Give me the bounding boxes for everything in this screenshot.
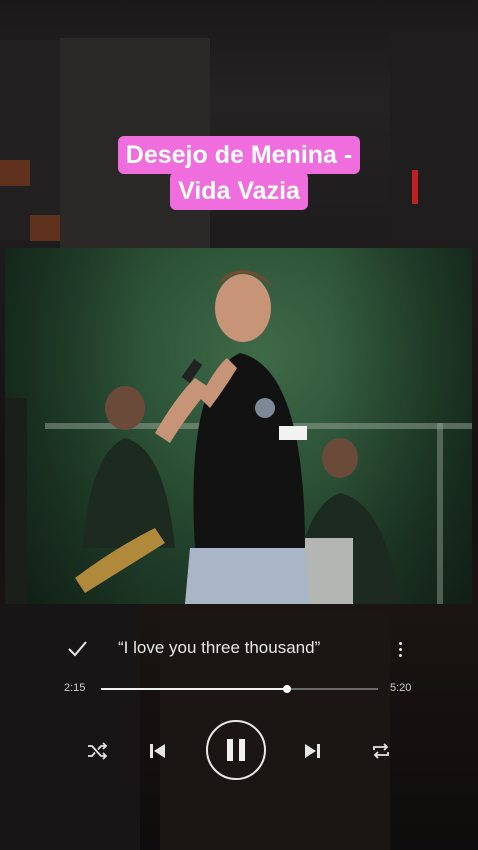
progress-fill	[101, 688, 287, 690]
title-line-2: Vida Vazia	[170, 172, 308, 210]
pause-icon	[227, 739, 245, 761]
shuffle-icon	[88, 742, 108, 760]
background-light	[30, 215, 60, 241]
check-icon[interactable]	[64, 636, 90, 662]
skip-next-icon	[305, 744, 320, 758]
video-title: Desejo de Menina - Vida Vazia	[0, 136, 478, 210]
concert-scene-illustration	[5, 270, 472, 604]
progress-slider[interactable]	[101, 685, 378, 693]
previous-button[interactable]	[144, 738, 170, 764]
pause-button[interactable]	[206, 720, 266, 780]
next-button[interactable]	[300, 738, 326, 764]
elapsed-time: 2:15	[64, 682, 86, 694]
title-line-1: Desejo de Menina -	[117, 136, 361, 174]
skip-previous-icon	[150, 744, 165, 758]
progress-handle[interactable]	[282, 685, 291, 693]
repeat-button[interactable]	[368, 738, 394, 764]
video-frame[interactable]	[5, 248, 472, 604]
lyric-text: “I love you three thousand”	[118, 638, 321, 657]
total-duration: 5:20	[390, 682, 412, 694]
shuffle-button[interactable]	[84, 738, 110, 764]
more-vertical-icon[interactable]	[390, 636, 410, 662]
repeat-icon	[373, 743, 389, 759]
